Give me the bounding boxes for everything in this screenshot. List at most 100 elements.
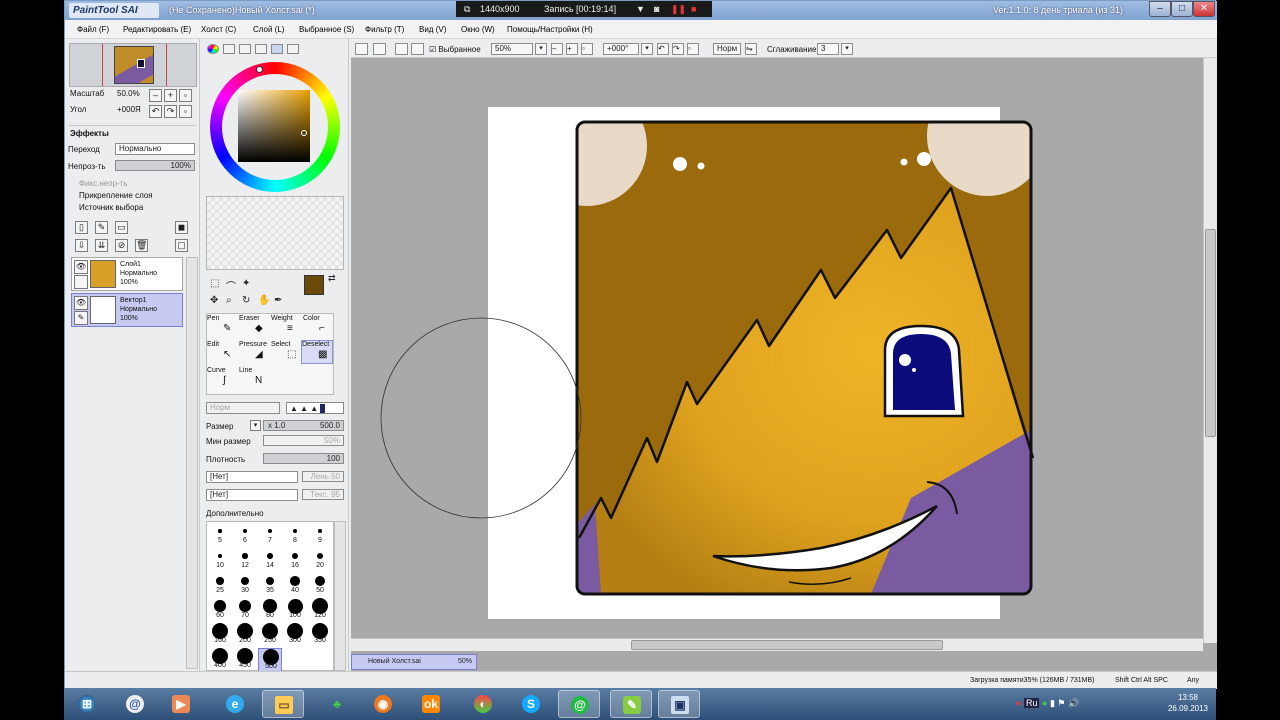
size-slider[interactable]: x 1.0 500.0 (263, 420, 344, 431)
zoom-out-button[interactable]: – (149, 89, 162, 102)
opacity-slider[interactable]: 100% (115, 160, 195, 171)
new-folder-icon[interactable]: ▭ (115, 221, 128, 234)
taskbar-sai[interactable]: ✎ (610, 690, 652, 718)
zoom-icon[interactable]: ⌕ (226, 295, 232, 306)
layer-options-icon[interactable]: ◼ (175, 221, 188, 234)
trash-icon[interactable]: 🗑 (135, 239, 148, 252)
swatches-tab-icon[interactable] (255, 44, 267, 54)
color-wheel-tab-icon[interactable] (207, 44, 219, 54)
deselect-icon[interactable] (373, 43, 386, 55)
merge-down-icon[interactable]: ⇊ (95, 239, 108, 252)
brush-size-cell[interactable]: 70 (233, 598, 257, 622)
rotate-right-button[interactable]: ↷ (164, 105, 177, 118)
tool-line[interactable]: Line N (239, 367, 271, 391)
magic-wand-icon[interactable]: ✦ (242, 278, 250, 289)
rotate-left-button[interactable]: ↶ (149, 105, 162, 118)
rotate-ccw-icon[interactable]: ↶ (657, 43, 669, 55)
brush-size-cell[interactable]: 120 (308, 598, 332, 622)
new-vector-layer-icon[interactable]: ✎ (95, 221, 108, 234)
brush-size-cell[interactable]: 50 (308, 573, 332, 597)
start-button[interactable]: ⊞ (66, 690, 108, 718)
tool-edit[interactable]: Edit ↖ (207, 341, 239, 365)
clear-layer-icon[interactable]: ⊘ (115, 239, 128, 252)
swap-colors-icon[interactable]: ⇄ (328, 273, 336, 284)
smoothing-dropdown-icon[interactable]: ▾ (841, 43, 853, 55)
hue-handle[interactable] (256, 66, 263, 73)
rotate-cw-icon[interactable]: ↷ (672, 43, 684, 55)
taskbar-skype[interactable]: S (510, 690, 552, 718)
zoom-reset-button[interactable]: ▫ (179, 89, 192, 102)
rotate-icon[interactable]: ↻ (242, 295, 250, 306)
menu-view[interactable]: Вид (V) (419, 25, 446, 34)
menu-selection[interactable]: Выбранное (S) (299, 25, 354, 34)
signal-icon[interactable]: ▮ (1050, 698, 1055, 708)
vertical-scrollbar[interactable] (1203, 58, 1217, 643)
lasso-icon[interactable]: ⌒ (226, 278, 236, 293)
brush-size-cell[interactable]: 100 (283, 598, 307, 622)
flag-icon[interactable]: ⚑ (1057, 698, 1065, 708)
flip-icon[interactable]: ⇋ (745, 43, 757, 55)
color-wheel[interactable] (210, 62, 340, 192)
user-swatches-tab-icon[interactable] (271, 44, 283, 54)
hsv-slider-tab-icon[interactable] (239, 44, 251, 54)
canvas-area[interactable]: ☑ Выбранное 50% ▾ – + ▫ +000° ▾ ↶ ↷ ▫ Но… (351, 39, 1217, 671)
rect-select-icon[interactable]: ⬚ (210, 278, 219, 289)
brush-size-cell[interactable]: 40 (283, 573, 307, 597)
artwork-canvas[interactable] (351, 58, 1203, 638)
min-size-slider[interactable]: 50% (263, 435, 344, 446)
brush-size-cell[interactable]: 250 (258, 623, 282, 647)
texture-select-2[interactable]: [Нет] (206, 489, 298, 501)
brush-size-cell[interactable]: 10 (208, 548, 232, 572)
stop-icon[interactable]: ■ (691, 1, 696, 17)
eyedropper-icon[interactable]: ✒ (274, 295, 282, 306)
taskbar-recorder[interactable]: ▣ (658, 690, 700, 718)
rotate-reset-icon[interactable]: ▫ (687, 43, 699, 55)
tool-weight[interactable]: Weight ≡ (271, 315, 303, 339)
texture-strength-2[interactable]: Текс. 95 (302, 489, 344, 500)
zoom-in-icon[interactable]: + (566, 43, 578, 55)
smoothing-select[interactable]: 3 (817, 43, 839, 55)
network-status-icon[interactable]: ● (1042, 698, 1047, 708)
brush-size-cell[interactable]: 14 (258, 548, 282, 572)
angle-value[interactable]: +000Я (117, 105, 141, 114)
zoom-dropdown-icon[interactable]: ▾ (535, 43, 547, 55)
minimize-button[interactable]: – (1149, 1, 1171, 17)
brush-size-cell[interactable]: 60 (208, 598, 232, 622)
tool-pressure[interactable]: Pressure ◢ (239, 341, 271, 365)
zoom-out-icon[interactable]: – (551, 43, 563, 55)
menu-help[interactable]: Помощь/Настройки (H) (507, 25, 593, 34)
layer-settings-icon[interactable]: ▢ (175, 239, 188, 252)
pause-icon[interactable]: ❚❚ (671, 1, 686, 17)
layer-item-sloi1[interactable]: 👁 Слой1 Нормально 100% (71, 257, 183, 291)
scratchpad[interactable] (206, 196, 344, 270)
menu-window[interactable]: Окно (W) (461, 25, 495, 34)
taskbar-ok[interactable]: ok (410, 690, 452, 718)
clip-layer-checkbox[interactable]: Прикрепление слоя (79, 191, 153, 200)
brush-size-cell[interactable]: 7 (258, 523, 282, 547)
saturation-value-square[interactable] (238, 90, 310, 162)
menu-file[interactable]: Файл (F) (77, 25, 109, 34)
brush-mode-select[interactable]: Норм (206, 402, 280, 414)
horizontal-scrollbar[interactable] (351, 638, 1203, 651)
tool-eraser[interactable]: Eraser ◆ (239, 315, 271, 339)
scratchpad-tab-icon[interactable] (287, 44, 299, 54)
record-dot-icon[interactable]: ● (1016, 698, 1021, 708)
sv-handle[interactable] (301, 130, 307, 136)
crop-icon[interactable] (395, 43, 408, 55)
scale-value[interactable]: 50.0% (117, 89, 140, 98)
language-indicator[interactable]: Ru (1023, 698, 1040, 708)
selected-checkbox[interactable]: ☑ Выбранное (429, 45, 481, 54)
clock[interactable]: 13:58 26.09.2013 (1168, 692, 1208, 714)
flip-mode-button[interactable]: Норм (713, 43, 741, 55)
brush-size-cell[interactable]: 30 (233, 573, 257, 597)
brush-size-cell[interactable]: 5 (208, 523, 232, 547)
brush-size-cell[interactable]: 20 (308, 548, 332, 572)
taskbar-mail[interactable]: @ (114, 690, 156, 718)
restore-button[interactable]: □ (1171, 1, 1193, 17)
brush-size-cell[interactable]: 350 (308, 623, 332, 647)
layers-scrollbar[interactable] (186, 257, 198, 669)
advanced-settings-toggle[interactable]: Дополнительно (206, 509, 264, 518)
size-range-toggle[interactable]: ▾ (250, 420, 261, 431)
brush-size-scrollbar[interactable] (334, 521, 346, 671)
rgb-slider-tab-icon[interactable] (223, 44, 235, 54)
